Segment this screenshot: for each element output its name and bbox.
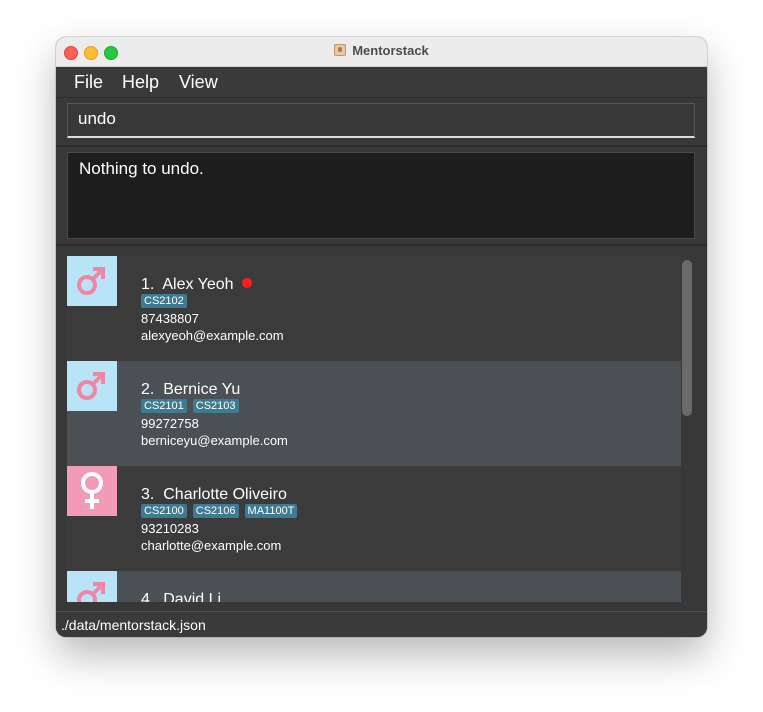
window-title-text: Mentorstack [352, 43, 429, 58]
menu-help[interactable]: Help [122, 72, 159, 93]
module-tag: CS2106 [192, 504, 239, 518]
person-index: 3. [141, 486, 155, 503]
person-name-text: Bernice Yu [163, 381, 241, 398]
person-name-text: Alex Yeoh [162, 276, 234, 293]
person-name: 2. Bernice Yu [141, 381, 240, 399]
person-list[interactable]: 1. Alex Yeoh CS2102 87438807 alexyeoh@examp… [67, 256, 681, 602]
female-symbol-icon [74, 469, 110, 513]
flag-dot-icon [241, 278, 252, 288]
module-tag: CS2103 [192, 399, 239, 413]
status-bar: ./data/mentorstack.json [56, 611, 707, 637]
person-name: 3. Charlotte Oliveiro [141, 486, 287, 504]
window-title: Mentorstack [56, 43, 707, 58]
person-email: alexyeoh@example.com [141, 328, 284, 343]
module-tag: MA1100T [244, 504, 298, 518]
avatar [67, 256, 117, 306]
person-name: 1. Alex Yeoh [141, 276, 252, 294]
person-index: 4. [141, 591, 155, 602]
avatar [67, 466, 117, 516]
male-symbol-icon [74, 263, 110, 299]
title-bar: Mentorstack [56, 37, 707, 67]
result-message: Nothing to undo. [79, 159, 204, 178]
avatar [67, 361, 117, 411]
module-tag: CS2101 [141, 399, 187, 413]
person-email: charlotte@example.com [141, 538, 282, 553]
male-symbol-icon [74, 578, 110, 602]
divider [56, 145, 707, 147]
result-display: Nothing to undo. [67, 152, 695, 239]
person-card[interactable]: 3. Charlotte Oliveiro CS2100 CS2106 MA1100T… [67, 466, 681, 571]
person-phone: 93210283 [141, 521, 199, 536]
divider [56, 244, 707, 246]
save-file-path: ./data/mentorstack.json [61, 617, 206, 633]
male-symbol-icon [74, 368, 110, 404]
module-tag: CS2100 [141, 504, 187, 518]
person-name-text: David Li [163, 591, 222, 602]
person-phone: 87438807 [141, 311, 199, 326]
app-window: Mentorstack File Help View Nothing to un… [56, 37, 707, 637]
person-card[interactable]: 2. Bernice Yu CS2101 CS2103 99272758 bernice… [67, 361, 681, 466]
command-box [67, 103, 695, 138]
person-index: 2. [141, 381, 155, 398]
app-icon [334, 44, 347, 56]
person-email: berniceyu@example.com [141, 433, 288, 448]
person-name: 4. David Li [141, 591, 221, 602]
person-phone: 99272758 [141, 416, 199, 431]
tag-list: CS2102 [141, 294, 187, 308]
person-name-text: Charlotte Oliveiro [163, 486, 287, 503]
person-card[interactable]: 4. David Li [67, 571, 681, 602]
menu-view[interactable]: View [179, 72, 218, 93]
avatar [67, 571, 117, 602]
person-card[interactable]: 1. Alex Yeoh CS2102 87438807 alexyeoh@examp… [67, 256, 681, 361]
person-list-scrollbar[interactable] [682, 260, 692, 416]
menu-bar: File Help View [56, 67, 707, 98]
module-tag: CS2102 [141, 294, 187, 308]
person-index: 1. [141, 276, 155, 293]
tag-list: CS2100 CS2106 MA1100T [141, 504, 298, 518]
command-input[interactable] [68, 104, 694, 136]
menu-file[interactable]: File [74, 72, 103, 93]
tag-list: CS2101 CS2103 [141, 399, 239, 413]
